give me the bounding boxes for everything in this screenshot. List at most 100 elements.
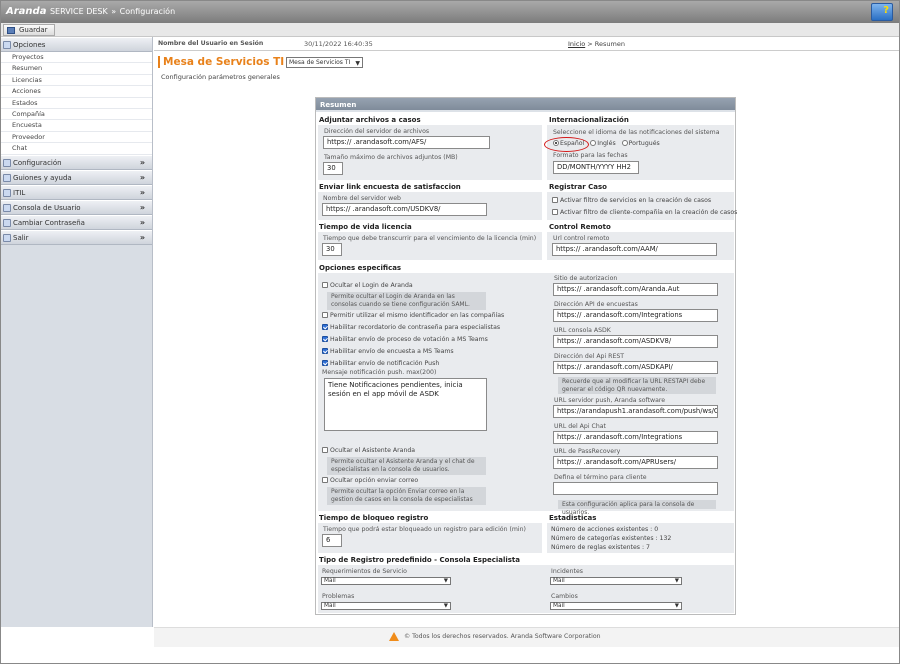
file-server-label: Dirección del servidor de archivos <box>324 128 430 135</box>
save-icon <box>7 27 15 34</box>
hide-assistant-checkbox[interactable]: Ocultar el Asistente Aranda <box>322 447 415 455</box>
web-server-input[interactable]: https:// .arandasoft.com/USDKV8/ <box>322 203 487 216</box>
section-intl-title: Internacionalización <box>549 116 629 124</box>
options-icon <box>3 41 11 49</box>
date-format-label: Formato para las fechas <box>553 152 628 159</box>
toolbar: Guardar <box>1 23 899 37</box>
exit-icon <box>3 233 11 242</box>
brand-name: Aranda <box>6 6 47 17</box>
teams-survey-checkbox[interactable]: Habilitar envío de encuesta a MS Teams <box>322 348 454 356</box>
lock-time-input[interactable]: 6 <box>322 534 342 547</box>
summary-header: Resumen <box>316 98 735 112</box>
radio-portugues[interactable]: Portugués <box>621 140 660 147</box>
asdk-url-label: URL consola ASDK <box>554 327 611 334</box>
sidebar-section-itil[interactable]: ITIL» <box>1 184 152 200</box>
license-time-input[interactable]: 30 <box>322 243 342 256</box>
checkbox-icon <box>322 282 328 288</box>
sidebar: Opciones Proyectos Resumen Licencias Acc… <box>1 37 153 627</box>
max-size-label: Tamaño máximo de archivos adjuntos (MB) <box>324 154 458 161</box>
save-button[interactable]: Guardar <box>3 24 55 36</box>
req-service-select[interactable]: Mail ▼ <box>321 577 451 585</box>
push-notification-checkbox[interactable]: Habilitar envío de notificación Push <box>322 360 439 368</box>
teams-vote-checkbox[interactable]: Habilitar envío de proceso de votación a… <box>322 336 488 344</box>
sidebar-item-proyectos[interactable]: Proyectos <box>1 52 152 64</box>
changes-select[interactable]: Mail ▼ <box>550 602 682 610</box>
sidebar-item-acciones[interactable]: Acciones <box>1 86 152 98</box>
incidents-label: Incidentes <box>551 568 583 575</box>
sidebar-item-estados[interactable]: Estados <box>1 97 152 109</box>
product-name: SERVICE DESK <box>49 7 108 16</box>
chevron-down-icon: ▼ <box>674 578 679 584</box>
rest-api-label: Dirección del Api REST <box>554 353 625 360</box>
rest-api-note: Recuerde que al modificar la URL RESTAPI… <box>558 377 716 394</box>
pass-recovery-input[interactable]: https:// .arandasoft.com/APRUsers/ <box>553 456 718 469</box>
stat-reglas: Número de reglas existentes : 7 <box>551 544 650 551</box>
sidebar-item-licencias[interactable]: Licencias <box>1 74 152 87</box>
checkbox-icon <box>322 348 328 354</box>
section-tipo-title: Tipo de Registro predefinido - Consola E… <box>319 556 521 564</box>
checkbox-icon <box>322 336 328 342</box>
incidents-select[interactable]: Mail ▼ <box>550 577 682 585</box>
push-server-input[interactable]: https://arandapush1.arandasoft.com/push/… <box>553 405 718 418</box>
chevron-down-icon: » <box>139 172 145 182</box>
asdk-url-input[interactable]: https:// .arandasoft.com/ASDKV8/ <box>553 335 718 348</box>
project-select[interactable]: Mesa de Servicios TI ▼ <box>286 57 363 68</box>
sidebar-section-opciones[interactable]: Opciones <box>1 37 152 52</box>
section-remoto-title: Control Remoto <box>549 223 611 231</box>
aranda-logo-icon <box>389 632 399 641</box>
push-message-textarea[interactable]: Tiene Notificaciones pendientes, inicia … <box>324 378 487 431</box>
footer: © Todos los derechos reservados. Aranda … <box>154 627 899 647</box>
page-title: Mesa de Servicios TI <box>158 56 286 68</box>
filter-services-checkbox[interactable]: Activar filtro de servicios en la creaci… <box>552 197 711 205</box>
checkbox-icon <box>322 324 328 330</box>
same-id-checkbox[interactable]: Permitir utilizar el mismo identificador… <box>322 312 504 320</box>
push-server-label: URL servidor push, Aranda software <box>554 397 666 404</box>
problems-select[interactable]: Mail ▼ <box>321 602 451 610</box>
page-subtitle: Configuración parámetros generales <box>161 73 280 81</box>
max-size-input[interactable]: 30 <box>323 162 343 175</box>
checkbox-icon <box>322 477 328 483</box>
breadcrumb-home-link[interactable]: Inicio <box>568 40 585 48</box>
sidebar-section-salir[interactable]: Salir» <box>1 229 152 245</box>
sidebar-section-configuracion[interactable]: Configuración» <box>1 154 152 170</box>
hide-login-checkbox[interactable]: Ocultar el Login de Aranda <box>322 282 413 290</box>
chevron-down-icon: ▼ <box>355 60 360 67</box>
client-term-note: Esta configuración aplica para la consol… <box>558 500 716 516</box>
rest-api-input[interactable]: https:// .arandasoft.com/ASDKAPI/ <box>553 361 718 374</box>
remote-url-input[interactable]: https:// .arandasoft.com/AAM/ <box>552 243 717 256</box>
sidebar-item-compania[interactable]: Compañía <box>1 108 152 121</box>
chat-api-input[interactable]: https:// .arandasoft.com/Integrations <box>553 431 718 444</box>
hide-mail-checkbox[interactable]: Ocultar opción enviar correo <box>322 477 418 485</box>
radio-icon <box>590 140 597 146</box>
password-reminder-checkbox[interactable]: Habilitar recordatorio de contraseña par… <box>322 324 500 332</box>
filter-client-checkbox[interactable]: Activar filtro de cliente-compañía en la… <box>552 209 737 217</box>
sidebar-item-chat[interactable]: Chat <box>1 143 152 155</box>
sidebar-section-cambiar-contrasena[interactable]: Cambiar Contraseña» <box>1 214 152 230</box>
session-bar: Nombre del Usuario en Sesión 30/11/2022 … <box>154 37 899 51</box>
section-stats-title: Estadisticas <box>549 514 597 522</box>
app-link[interactable]: el app móvil <box>363 390 406 398</box>
req-service-label: Requerimientos de Servicio <box>322 568 407 575</box>
date-format-input[interactable]: DD/MONTH/YYYY HH2 <box>553 161 639 174</box>
session-user-label: Nombre del Usuario en Sesión <box>158 40 264 47</box>
file-server-input[interactable]: https:// .arandasoft.com/AFS/ <box>323 136 490 149</box>
sidebar-item-encuesta[interactable]: Encuesta <box>1 120 152 132</box>
checkbox-icon <box>552 209 558 215</box>
sidebar-section-consola-usuario[interactable]: Consola de Usuario» <box>1 199 152 215</box>
chevron-down-icon: ▼ <box>443 603 448 609</box>
language-label: Seleccione el idioma de las notificacion… <box>553 129 720 136</box>
sidebar-section-guiones[interactable]: Guiones y ayuda» <box>1 169 152 185</box>
section-registrar-title: Registrar Caso <box>549 183 607 191</box>
auth-site-input[interactable]: https:// .arandasoft.com/Aranda.Aut <box>553 283 718 296</box>
lock-time-label: Tiempo que podrá estar bloqueado un regi… <box>323 526 526 533</box>
sidebar-item-resumen[interactable]: Resumen <box>1 63 152 75</box>
client-term-input[interactable] <box>553 482 718 495</box>
help-button[interactable]: ? <box>871 3 893 21</box>
chevron-down-icon: » <box>139 232 145 242</box>
survey-api-input[interactable]: https:// .arandasoft.com/Integrations <box>553 309 718 322</box>
changes-label: Cambios <box>551 593 578 600</box>
highlight-annotation <box>544 137 589 152</box>
radio-ingles[interactable]: Inglés <box>590 140 616 147</box>
section-name: Configuración <box>119 7 176 16</box>
sidebar-item-proveedor[interactable]: Proveedor <box>1 131 152 144</box>
